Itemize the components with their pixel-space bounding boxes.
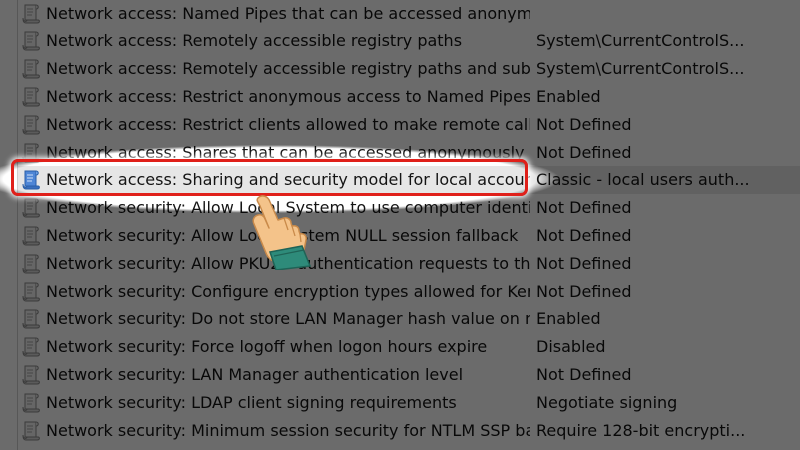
policy-row[interactable]: Network security: Minimum session securi… [18,416,800,444]
policy-scroll-icon [21,114,42,135]
policy-name: Network access: Restrict anonymous acces… [46,86,530,106]
policy-row[interactable]: Network access: Restrict anonymous acces… [18,82,800,110]
security-setting-value: Disabled [536,337,606,357]
policy-scroll-icon [21,30,42,51]
policy-row[interactable]: Network security: Force logoff when logo… [18,333,800,361]
policy-scroll-icon [21,253,42,274]
policy-row[interactable]: Network security: Configure encryption t… [18,277,800,305]
policy-row[interactable]: Network security: Allow Local System to … [18,194,800,222]
policy-name: Network access: Remotely accessible regi… [46,59,530,79]
policy-scroll-icon [21,392,42,413]
policy-scroll-icon [21,364,42,385]
policy-scroll-icon [21,308,42,329]
policy-row[interactable]: Network access: Named Pipes that can be … [18,0,800,27]
security-setting-value: Not Defined [536,364,632,384]
pointing-hand-icon [252,195,312,270]
security-setting-value: Not Defined [536,198,632,218]
policy-row[interactable]: Network security: LAN Manager authentica… [18,360,800,388]
security-setting-value: Not Defined [536,225,632,245]
security-setting-value: Enabled [536,86,601,106]
policy-row[interactable]: Network security: LDAP client signing re… [18,388,800,416]
policy-name: Network access: Named Pipes that can be … [46,3,530,23]
security-setting-value: Not Defined [536,253,632,273]
security-setting-value: Negotiate signing [536,392,678,412]
policy-scroll-icon [21,281,42,302]
policy-name: Network security: Do not store LAN Manag… [46,309,530,329]
security-setting-value: System\CurrentControlS... [536,31,745,51]
security-setting-value: Enabled [536,309,601,329]
policy-scroll-icon [21,3,42,24]
policy-scroll-icon [21,225,42,246]
policy-scroll-icon [21,420,42,441]
policy-name: Network security: Minimum session securi… [46,420,530,440]
policy-row[interactable]: Network security: Allow LocalSystem NULL… [18,221,800,249]
security-setting-value: System\CurrentControlS... [536,59,745,79]
navigation-pane [0,0,18,450]
policy-row[interactable]: Network access: Remotely accessible regi… [18,27,800,55]
policy-scroll-icon [21,86,42,107]
policy-row[interactable]: Network access: Restrict clients allowed… [18,110,800,138]
policy-name: Network security: Configure encryption t… [46,281,530,301]
security-setting-value: Not Defined [536,114,632,134]
policy-scroll-icon [21,336,42,357]
policy-editor-window: Network access: Named Pipes that can be … [0,0,800,450]
policy-name: Network access: Remotely accessible regi… [46,31,463,51]
policy-row[interactable]: Network security: Do not store LAN Manag… [18,305,800,333]
security-options-list[interactable]: Network access: Named Pipes that can be … [18,0,800,450]
security-setting-value: Require 128-bit encrypti... [536,420,746,440]
security-setting-value: Classic - local users auth... [536,170,750,190]
policy-row[interactable]: Network access: Remotely accessible regi… [18,55,800,83]
policy-name: Network security: LDAP client signing re… [46,392,457,412]
policy-scroll-icon [21,58,42,79]
policy-name: Network security: Force logoff when logo… [46,337,488,357]
security-setting-value: Not Defined [536,281,632,301]
policy-scroll-icon [21,197,42,218]
policy-name: Network access: Restrict clients allowed… [46,114,530,134]
policy-row[interactable]: Network security: Allow PKU2U authentica… [18,249,800,277]
security-setting-value: Not Defined [536,142,632,162]
policy-name: Network security: LAN Manager authentica… [46,364,464,384]
